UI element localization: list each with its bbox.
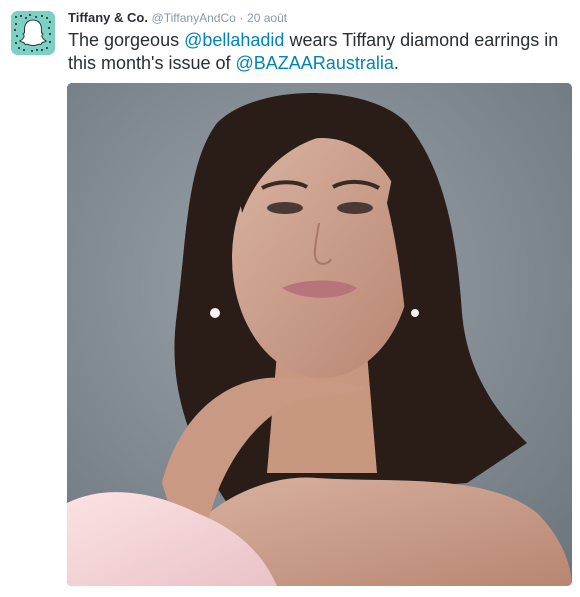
tweet-photo[interactable]: [67, 83, 572, 586]
author-name[interactable]: Tiffany & Co.: [68, 10, 148, 25]
avatar[interactable]: [11, 11, 55, 55]
mention-link[interactable]: @BAZAARaustralia: [236, 53, 394, 73]
mention-link[interactable]: @bellahadid: [184, 30, 284, 50]
tweet-text-part: .: [393, 53, 399, 73]
tweet-text-part: The gorgeous: [68, 30, 185, 50]
tweet-date[interactable]: 20 août: [247, 11, 287, 25]
tweet-text: The gorgeous @bellahadid wears Tiffany d…: [68, 29, 568, 75]
meta-separator: ·: [239, 11, 244, 25]
author-handle[interactable]: @TiffanyAndCo: [152, 11, 236, 25]
snapcode-ghost-icon: [11, 11, 55, 55]
portrait-image: [67, 83, 572, 586]
tweet-header: Tiffany & Co. @TiffanyAndCo · 20 août: [68, 9, 287, 27]
